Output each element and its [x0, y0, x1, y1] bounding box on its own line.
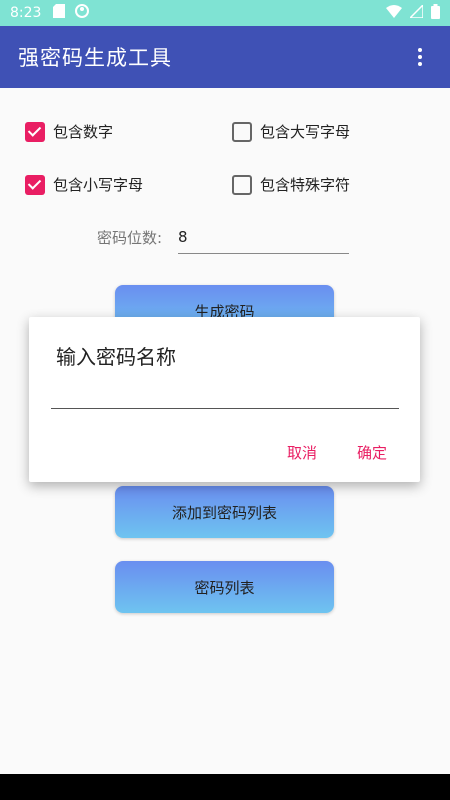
password-name-input[interactable] — [51, 379, 399, 409]
name-dialog: 输入密码名称 取消 确定 — [29, 317, 420, 482]
confirm-button[interactable]: 确定 — [357, 442, 387, 463]
navigation-bar — [0, 774, 450, 800]
cancel-button[interactable]: 取消 — [287, 442, 317, 463]
dialog-title: 输入密码名称 — [56, 345, 176, 369]
